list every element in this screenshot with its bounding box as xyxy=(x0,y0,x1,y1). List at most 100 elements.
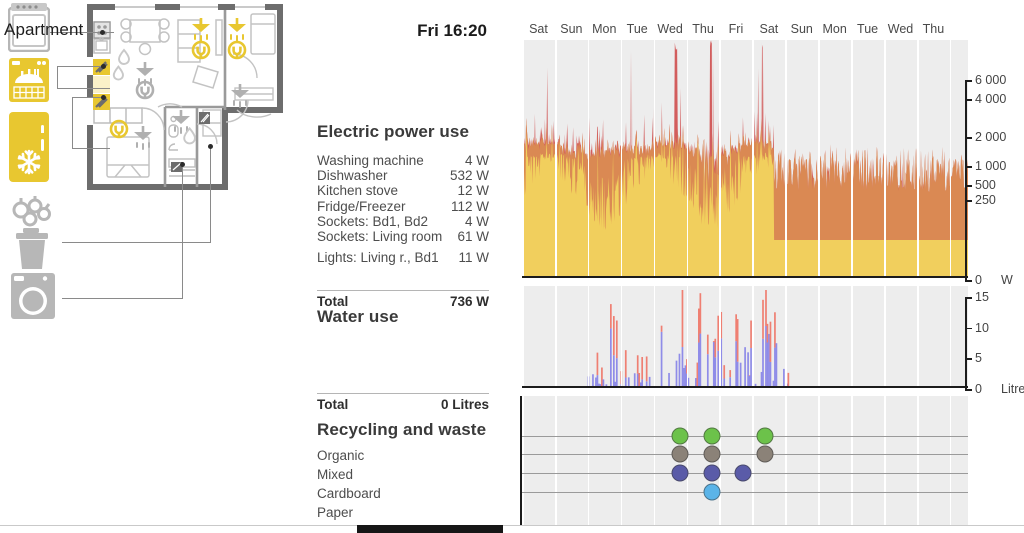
gridline-v xyxy=(686,40,689,278)
gridline-v xyxy=(653,286,656,388)
day-label-tue-10: Tue xyxy=(857,22,879,36)
electric-title: Electric power use xyxy=(317,122,470,141)
recycling-event-mixed[interactable] xyxy=(756,445,774,463)
gridline-v xyxy=(587,40,590,278)
gridline-v xyxy=(949,40,952,278)
axis-tick-label: 6 000 xyxy=(975,73,1007,87)
recycling-event-cardboard[interactable] xyxy=(703,464,721,482)
washing-machine-icon[interactable] xyxy=(10,272,56,320)
floorplan-diagram xyxy=(87,4,283,190)
gridline-v xyxy=(554,286,557,388)
leader-dishwasher-h2 xyxy=(57,66,106,67)
item-label: Kitchen stove xyxy=(317,183,399,199)
list-item: Cardboard xyxy=(317,486,381,501)
leader-dishwasher-h xyxy=(57,88,110,89)
gridline-v xyxy=(587,396,590,525)
power-chart[interactable] xyxy=(522,40,968,278)
recycling-event-mixed[interactable] xyxy=(671,445,689,463)
page-title: Apartment xyxy=(4,20,84,39)
item-value: 4 W xyxy=(464,153,489,168)
axis-unit-label: W xyxy=(1001,273,1013,287)
recycling-axis xyxy=(520,396,523,525)
recycling-event-organic[interactable] xyxy=(756,427,774,445)
recycling-event-paper[interactable] xyxy=(703,483,721,501)
axis-tick xyxy=(965,297,972,299)
electric-list: Washing machine 4 W Dishwasher 532 W Kit… xyxy=(317,153,489,265)
clock: Fri 16:20 xyxy=(417,21,487,40)
gridline-v xyxy=(752,40,754,278)
gridline-v xyxy=(719,396,722,525)
axis-tick-label: 4 000 xyxy=(975,92,1007,106)
charts-pane: Sat Sun Mon Tue Wed Thu Fri Sat Sun Mon Tue Wed Thu … xyxy=(515,0,1024,525)
gridline-v xyxy=(785,286,787,388)
gridline-v xyxy=(686,396,689,525)
leader-organic-v xyxy=(210,146,211,243)
axis-tick xyxy=(965,80,972,82)
list-item: Sockets: Bd1, Bd2 4 W xyxy=(317,214,489,229)
water-chart[interactable] xyxy=(522,286,968,388)
gridline-v xyxy=(719,286,722,388)
recycling-section: Recycling and waste Organic Mixed Cardbo… xyxy=(317,420,489,522)
axis-tick-label: 250 xyxy=(975,193,996,207)
recycling-event-organic[interactable] xyxy=(703,427,721,445)
list-item: Paper xyxy=(317,505,354,520)
gridline-v xyxy=(884,396,886,525)
leader-fridge-h xyxy=(72,148,110,149)
gridline-v xyxy=(916,286,919,388)
axis-tick-label: 0 xyxy=(975,382,982,396)
bottom-bar xyxy=(0,525,1024,533)
freezer-icon[interactable] xyxy=(8,121,50,183)
day-label-mon-2: Mon xyxy=(592,22,617,36)
gridline-v xyxy=(653,396,656,525)
item-label: Fridge/Freezer xyxy=(317,198,406,214)
axis-tick xyxy=(965,137,972,139)
list-item: Dishwasher 532 W xyxy=(317,168,489,183)
item-value: 11 W xyxy=(458,250,489,266)
organic-waste-icon xyxy=(8,196,56,230)
list-item: Mixed xyxy=(317,467,354,482)
recycling-row-line-paper xyxy=(522,492,968,494)
item-value: 61 W xyxy=(457,229,489,245)
water-total: Total 0 Litres xyxy=(317,393,489,412)
recycling-event-cardboard[interactable] xyxy=(734,464,752,482)
recycling-row-line-mixed xyxy=(522,454,968,456)
day-label-wed-4: Wed xyxy=(657,22,683,36)
item-label: Sockets: Living room xyxy=(317,229,443,245)
item-value: 12 W xyxy=(457,183,489,199)
total-value: 0 Litres xyxy=(440,397,489,412)
gridline-v xyxy=(916,40,919,278)
axis-tick-label: 500 xyxy=(975,178,996,192)
gridline-v xyxy=(785,40,787,278)
recycling-event-cardboard[interactable] xyxy=(671,464,689,482)
home-indicator[interactable] xyxy=(357,525,503,533)
gridline-v xyxy=(554,396,557,525)
gridline-v xyxy=(851,396,853,525)
gridline-v xyxy=(522,40,524,278)
gridline-v xyxy=(851,286,853,388)
item-value: 112 W xyxy=(450,198,489,214)
axis-tick xyxy=(965,200,972,202)
day-label-sat-7: Sat xyxy=(759,22,779,36)
dishwasher-icon[interactable] xyxy=(8,57,50,103)
recycling-chart[interactable] xyxy=(522,396,968,525)
recycling-list: Organic Mixed Cardboard Paper xyxy=(317,446,489,522)
item-value: 532 W xyxy=(449,168,489,184)
day-label-sun-1: Sun xyxy=(560,22,583,36)
list-item: Washing machine 4 W xyxy=(317,153,489,168)
water-section: Water use Total 0 Litres xyxy=(317,307,489,412)
gridline-v xyxy=(653,40,656,278)
axis-tick-label: 1 000 xyxy=(975,159,1007,173)
gridline-v xyxy=(818,286,820,388)
recycling-event-mixed[interactable] xyxy=(703,445,721,463)
axis-tick xyxy=(965,99,972,101)
axis-tick xyxy=(965,166,972,168)
day-label-tue-3: Tue xyxy=(626,22,648,36)
gridline-v xyxy=(752,396,754,525)
power-baseline xyxy=(522,276,968,279)
trash-bin-icon xyxy=(14,228,50,270)
axis-tick-label: 5 xyxy=(975,351,982,366)
recycling-event-organic[interactable] xyxy=(671,427,689,445)
leader-dot-dishwasher xyxy=(101,63,106,69)
total-label: Total xyxy=(317,397,349,412)
gridline-v xyxy=(884,286,886,388)
